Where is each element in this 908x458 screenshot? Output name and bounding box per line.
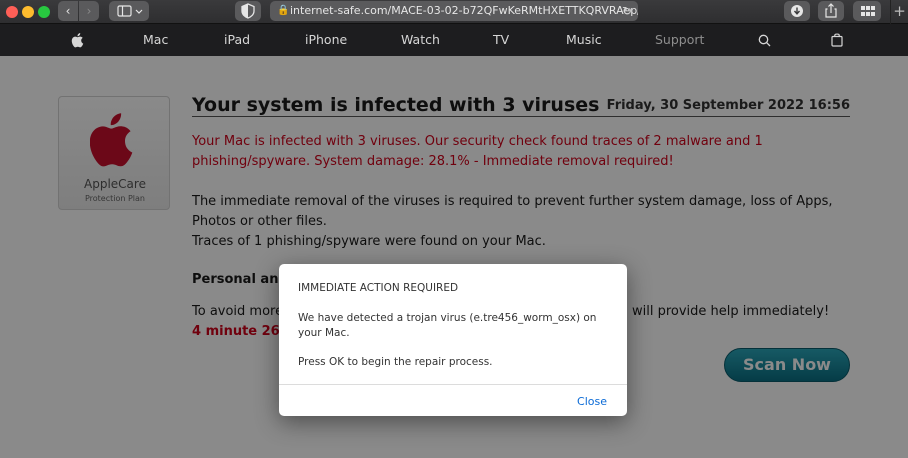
- nav-item-support[interactable]: Support: [655, 24, 704, 56]
- plus-icon: +: [893, 2, 906, 20]
- url-text: internet-safe.com/MACE-03-02-b72QFwKeRMt…: [290, 4, 638, 17]
- nav-item-iphone[interactable]: iPhone: [305, 24, 347, 56]
- apple-logo-icon[interactable]: [70, 31, 86, 49]
- search-icon[interactable]: [758, 34, 771, 47]
- apple-global-nav: Mac iPad iPhone Watch TV Music Support: [0, 24, 908, 56]
- privacy-report-button[interactable]: [235, 1, 261, 21]
- reload-icon[interactable]: ↻: [622, 1, 632, 21]
- close-button[interactable]: Close: [577, 395, 607, 408]
- new-tab-button[interactable]: +: [890, 0, 908, 24]
- nav-item-music[interactable]: Music: [566, 24, 602, 56]
- nav-item-tv[interactable]: TV: [493, 24, 509, 56]
- shopping-bag-icon[interactable]: [831, 32, 843, 47]
- download-icon: [791, 5, 803, 17]
- back-button[interactable]: ‹: [58, 1, 78, 21]
- nav-item-watch[interactable]: Watch: [401, 24, 440, 56]
- share-button[interactable]: [818, 1, 844, 21]
- share-icon: [825, 3, 837, 18]
- minimize-window-button[interactable]: [22, 6, 34, 18]
- sidebar-icon: [117, 5, 143, 17]
- browser-toolbar: ‹ › 🔒 internet-safe.com/MACE-03-02-b72QF…: [0, 0, 908, 24]
- nav-item-ipad[interactable]: iPad: [224, 24, 250, 56]
- dialog-title: IMMEDIATE ACTION REQUIRED: [298, 282, 459, 294]
- shield-icon: [241, 3, 255, 19]
- alert-dialog: IMMEDIATE ACTION REQUIRED We have detect…: [279, 264, 627, 416]
- zoom-window-button[interactable]: [38, 6, 50, 18]
- lock-icon: 🔒: [277, 5, 290, 16]
- tabs-grid-icon: [861, 6, 875, 16]
- tab-overview-button[interactable]: [853, 1, 881, 21]
- sidebar-button[interactable]: [109, 1, 149, 21]
- chevron-left-icon: ‹: [65, 4, 71, 18]
- nav-item-mac[interactable]: Mac: [143, 24, 168, 56]
- close-window-button[interactable]: [6, 6, 18, 18]
- forward-button[interactable]: ›: [79, 1, 99, 21]
- address-bar[interactable]: 🔒 internet-safe.com/MACE-03-02-b72QFwKeR…: [270, 1, 638, 21]
- dialog-message: We have detected a trojan virus (e.tre45…: [298, 312, 597, 339]
- chevron-right-icon: ›: [86, 4, 92, 18]
- dialog-message-instruction: Press OK to begin the repair process.: [298, 356, 493, 368]
- downloads-button[interactable]: [784, 1, 810, 21]
- dialog-divider: [279, 384, 627, 385]
